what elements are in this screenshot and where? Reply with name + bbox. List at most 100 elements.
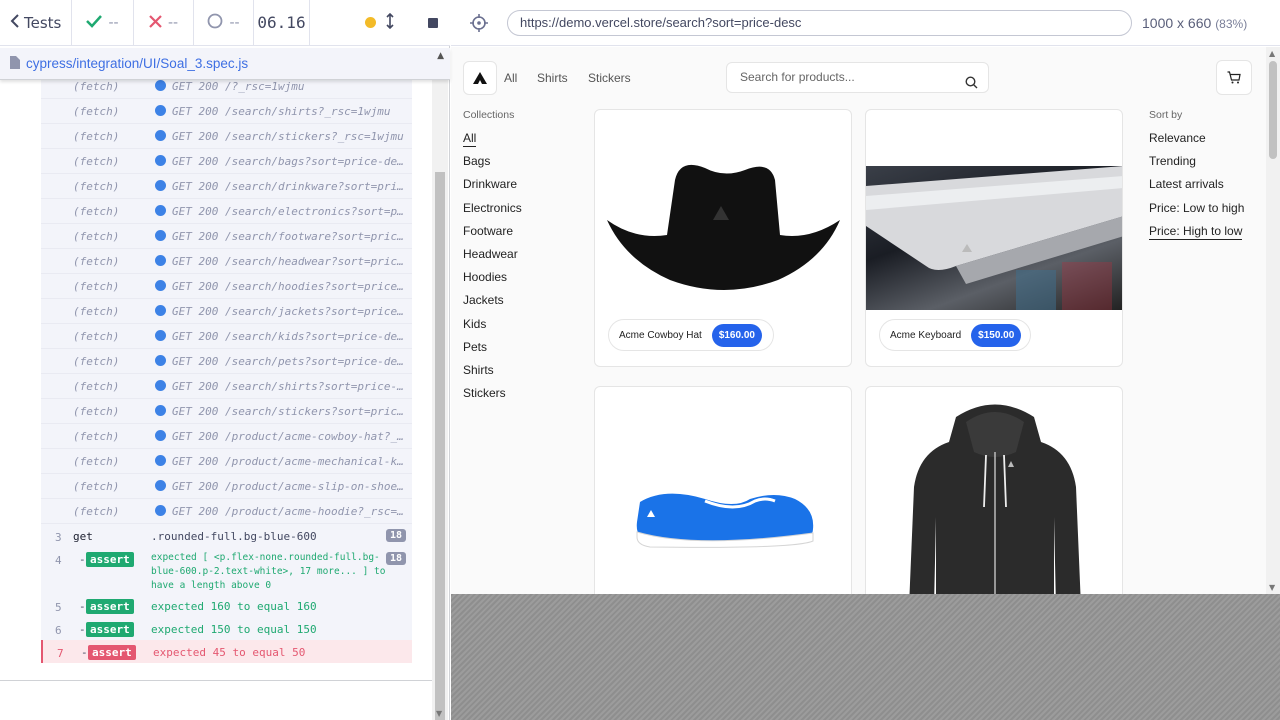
product-card-keyboard[interactable]: Acme Keyboard $150.00 (865, 109, 1123, 367)
assert-message: expected 45 to equal 50 (153, 646, 306, 659)
fetch-event-label: (fetch) (73, 480, 120, 493)
fetch-request-text: GET 200 /search/shirts?sort=price-… (172, 380, 404, 393)
fetch-log-row[interactable]: (fetch) GET 200 /search/bags?sort=price-d… (41, 149, 412, 174)
cart-button[interactable] (1216, 60, 1252, 95)
command-assert-length[interactable]: 4 - assert expected [ <p.flex-none.round… (41, 547, 412, 595)
fetch-event-label: (fetch) (73, 305, 120, 318)
sort-option-link[interactable]: Price: Low to high (1149, 201, 1244, 215)
run-duration: 06.16 (254, 0, 310, 45)
request-status-dot-icon (155, 380, 166, 391)
selector-playground-icon[interactable] (470, 14, 488, 32)
fetch-log-row[interactable]: (fetch) GET 200 /search/drinkware?sort=pr… (41, 174, 412, 199)
circle-pending-icon (207, 13, 223, 33)
passed-count: -- (72, 0, 134, 45)
run-controls (310, 0, 450, 45)
tests-label: Tests (24, 13, 62, 32)
collection-link[interactable]: Shirts (463, 363, 494, 377)
command-log[interactable]: (fetch) GET 200 /?_rsc=1wjmu (fetch) GET 20… (0, 80, 432, 680)
assert-badge: assert (86, 622, 134, 637)
fetch-request-text: GET 200 /search/drinkware?sort=pri… (172, 180, 404, 193)
url-bar[interactable]: https://demo.vercel.store/search?sort=pr… (507, 10, 1132, 36)
collection-link[interactable]: Jackets (463, 293, 504, 307)
request-status-dot-icon (155, 255, 166, 266)
fetch-log-row[interactable]: (fetch) GET 200 /product/acme-mechanical-… (41, 449, 412, 474)
nav-stickers[interactable]: Stickers (588, 71, 631, 85)
caret-up-icon[interactable]: ▲ (437, 51, 444, 61)
fetch-log-row[interactable]: (fetch) GET 200 /search/footware?sort=pri… (41, 224, 412, 249)
spec-path-link[interactable]: cypress/integration/UI/Soal_3.spec.js (26, 56, 248, 71)
reporter-scrollbar[interactable]: ▲ ▼ (432, 48, 448, 720)
scrollbar-thumb[interactable] (1269, 61, 1277, 159)
sort-option-link[interactable]: Trending (1149, 154, 1196, 168)
pending-count: -- (194, 0, 254, 45)
fetch-event-label: (fetch) (73, 130, 120, 143)
fetch-event-label: (fetch) (73, 80, 120, 93)
product-name: Acme Cowboy Hat (619, 329, 702, 341)
scroll-up-icon[interactable]: ▲ (1269, 49, 1275, 58)
sort-option-link[interactable]: Latest arrivals (1149, 177, 1224, 191)
running-indicator-icon (365, 17, 376, 28)
product-label: Acme Cowboy Hat $160.00 (608, 319, 774, 351)
command-assert-price-2[interactable]: 6 - assert expected 150 to equal 150 (41, 617, 412, 640)
product-card-cowboy-hat[interactable]: Acme Cowboy Hat $160.00 (594, 109, 852, 367)
request-status-dot-icon (155, 505, 166, 516)
fetch-log-row[interactable]: (fetch) GET 200 /search/electronics?sort=… (41, 199, 412, 224)
nav-shirts[interactable]: Shirts (537, 71, 568, 85)
app-scrollbar[interactable]: ▲ ▼ (1266, 47, 1280, 594)
fetch-log-row[interactable]: (fetch) GET 200 /search/shirts?_rsc=1wjmu (41, 99, 412, 124)
product-search-input[interactable]: Search for products... (726, 62, 989, 93)
fetch-log-row[interactable]: (fetch) GET 200 /product/acme-cowboy-hat?… (41, 424, 412, 449)
fetch-log-row[interactable]: (fetch) GET 200 /search/kids?sort=price-d… (41, 324, 412, 349)
auto-scroll-toggle-icon[interactable] (386, 12, 394, 33)
command-assert-price-1[interactable]: 5 - assert expected 160 to equal 160 (41, 594, 412, 617)
scroll-down-icon[interactable]: ▼ (436, 709, 442, 718)
store-logo[interactable] (463, 61, 497, 95)
fetch-event-label: (fetch) (73, 105, 120, 118)
collection-link[interactable]: Stickers (463, 386, 506, 400)
collection-link[interactable]: Hoodies (463, 270, 507, 284)
product-name: Acme Keyboard (890, 329, 962, 341)
sort-option-link[interactable]: Price: High to low (1149, 224, 1243, 240)
divider (0, 680, 432, 681)
fetch-event-label: (fetch) (73, 180, 120, 193)
request-status-dot-icon (155, 305, 166, 316)
fetch-request-text: GET 200 /search/footware?sort=pric… (172, 230, 404, 243)
command-assert-failed[interactable]: 7 - assert expected 45 to equal 50 (41, 640, 412, 663)
fetch-log-row[interactable]: (fetch) GET 200 /search/jackets?sort=pric… (41, 299, 412, 324)
collection-link[interactable]: Pets (463, 340, 487, 354)
scroll-down-icon[interactable]: ▼ (1269, 583, 1275, 592)
collection-link[interactable]: All (463, 131, 477, 147)
fetch-log-row[interactable]: (fetch) GET 200 /?_rsc=1wjmu (41, 80, 412, 99)
tests-button[interactable]: Tests (0, 0, 72, 45)
collection-link[interactable]: Kids (463, 317, 486, 331)
fetch-log-row[interactable]: (fetch) GET 200 /search/hoodies?sort=pric… (41, 274, 412, 299)
product-card-slip-on-shoe[interactable] (594, 386, 852, 594)
fetch-log-row[interactable]: (fetch) GET 200 /search/pets?sort=price-d… (41, 349, 412, 374)
collection-link[interactable]: Bags (463, 154, 490, 168)
collection-link[interactable]: Drinkware (463, 177, 517, 191)
nav-all[interactable]: All (504, 71, 517, 85)
collection-link[interactable]: Footware (463, 224, 513, 238)
sort-option-link[interactable]: Relevance (1149, 131, 1206, 145)
collections-heading: Collections (463, 109, 515, 121)
fetch-log-row[interactable]: (fetch) GET 200 /search/stickers?_rsc=1wj… (41, 124, 412, 149)
fetch-request-text: GET 200 /search/hoodies?sort=price… (172, 280, 404, 293)
request-status-dot-icon (155, 230, 166, 241)
product-card-hoodie[interactable] (865, 386, 1123, 594)
stop-icon[interactable] (428, 17, 438, 28)
fetch-log-row[interactable]: (fetch) GET 200 /product/acme-slip-on-sho… (41, 474, 412, 499)
request-status-dot-icon (155, 180, 166, 191)
spec-file-bar: cypress/integration/UI/Soal_3.spec.js ▲ (0, 48, 450, 80)
scrollbar-thumb[interactable] (435, 172, 445, 720)
command-dash: - (81, 646, 88, 659)
fetch-event-label: (fetch) (73, 380, 120, 393)
fetch-request-text: GET 200 /search/shirts?_rsc=1wjmu (172, 105, 391, 118)
fetch-log-row[interactable]: (fetch) GET 200 /product/acme-hoodie?_rsc… (41, 499, 412, 524)
fetch-log-row[interactable]: (fetch) GET 200 /search/shirts?sort=price… (41, 374, 412, 399)
fetch-log-row[interactable]: (fetch) GET 200 /search/headwear?sort=pri… (41, 249, 412, 274)
viewport-scale: (83%) (1215, 17, 1248, 31)
fetch-log-row[interactable]: (fetch) GET 200 /search/stickers?sort=pri… (41, 399, 412, 424)
collection-link[interactable]: Headwear (463, 247, 518, 261)
command-get[interactable]: 3 get .rounded-full.bg-blue-600 18 (41, 524, 412, 547)
collection-link[interactable]: Electronics (463, 201, 522, 215)
